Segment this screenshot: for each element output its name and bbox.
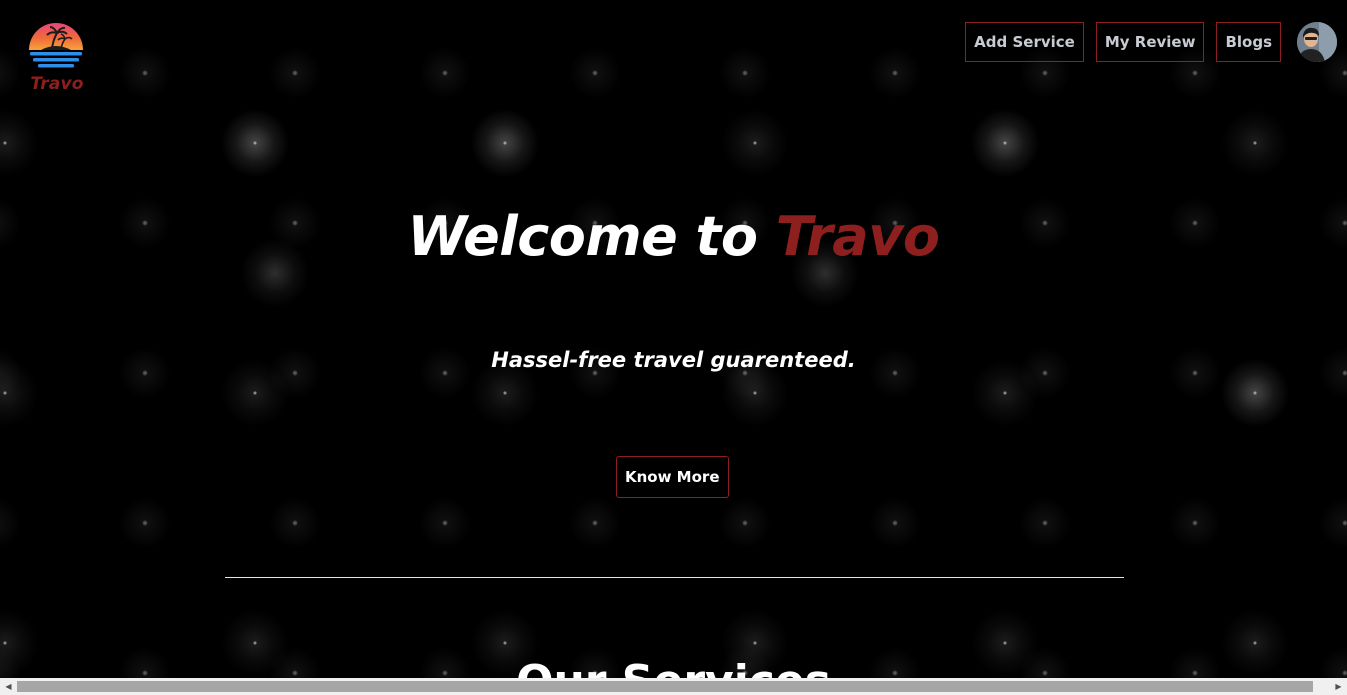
scrollbar-thumb[interactable] (17, 681, 1313, 692)
user-avatar[interactable] (1297, 22, 1337, 62)
scroll-right-arrow-icon[interactable]: ▶ (1330, 678, 1347, 695)
horizontal-scrollbar[interactable]: ◀ ▶ (0, 678, 1347, 695)
add-service-button[interactable]: Add Service (965, 22, 1084, 62)
hero-title: Welcome to Travo (0, 205, 1347, 268)
my-review-button[interactable]: My Review (1095, 22, 1205, 62)
background-glow (970, 108, 1040, 178)
brand-logo[interactable]: Travo (27, 20, 87, 94)
brand-name: Travo (30, 74, 84, 94)
top-nav: Add Service My Review Blogs (953, 22, 1337, 62)
scroll-left-arrow-icon[interactable]: ◀ (0, 678, 17, 695)
background-glow (220, 108, 290, 178)
hero-title-prefix: Welcome to (407, 205, 776, 268)
background-glow (470, 108, 540, 178)
section-divider (225, 577, 1124, 578)
avatar-photo (1297, 22, 1337, 62)
hero-subtitle: Hassel-free travel guarenteed. (491, 348, 856, 372)
hero-title-brand: Travo (775, 205, 940, 268)
know-more-button[interactable]: Know More (616, 456, 729, 498)
blogs-button[interactable]: Blogs (1216, 22, 1281, 62)
page: Travo Add Service My Review Blogs Welcom… (0, 0, 1347, 695)
sunset-palm-island-icon (29, 23, 83, 68)
